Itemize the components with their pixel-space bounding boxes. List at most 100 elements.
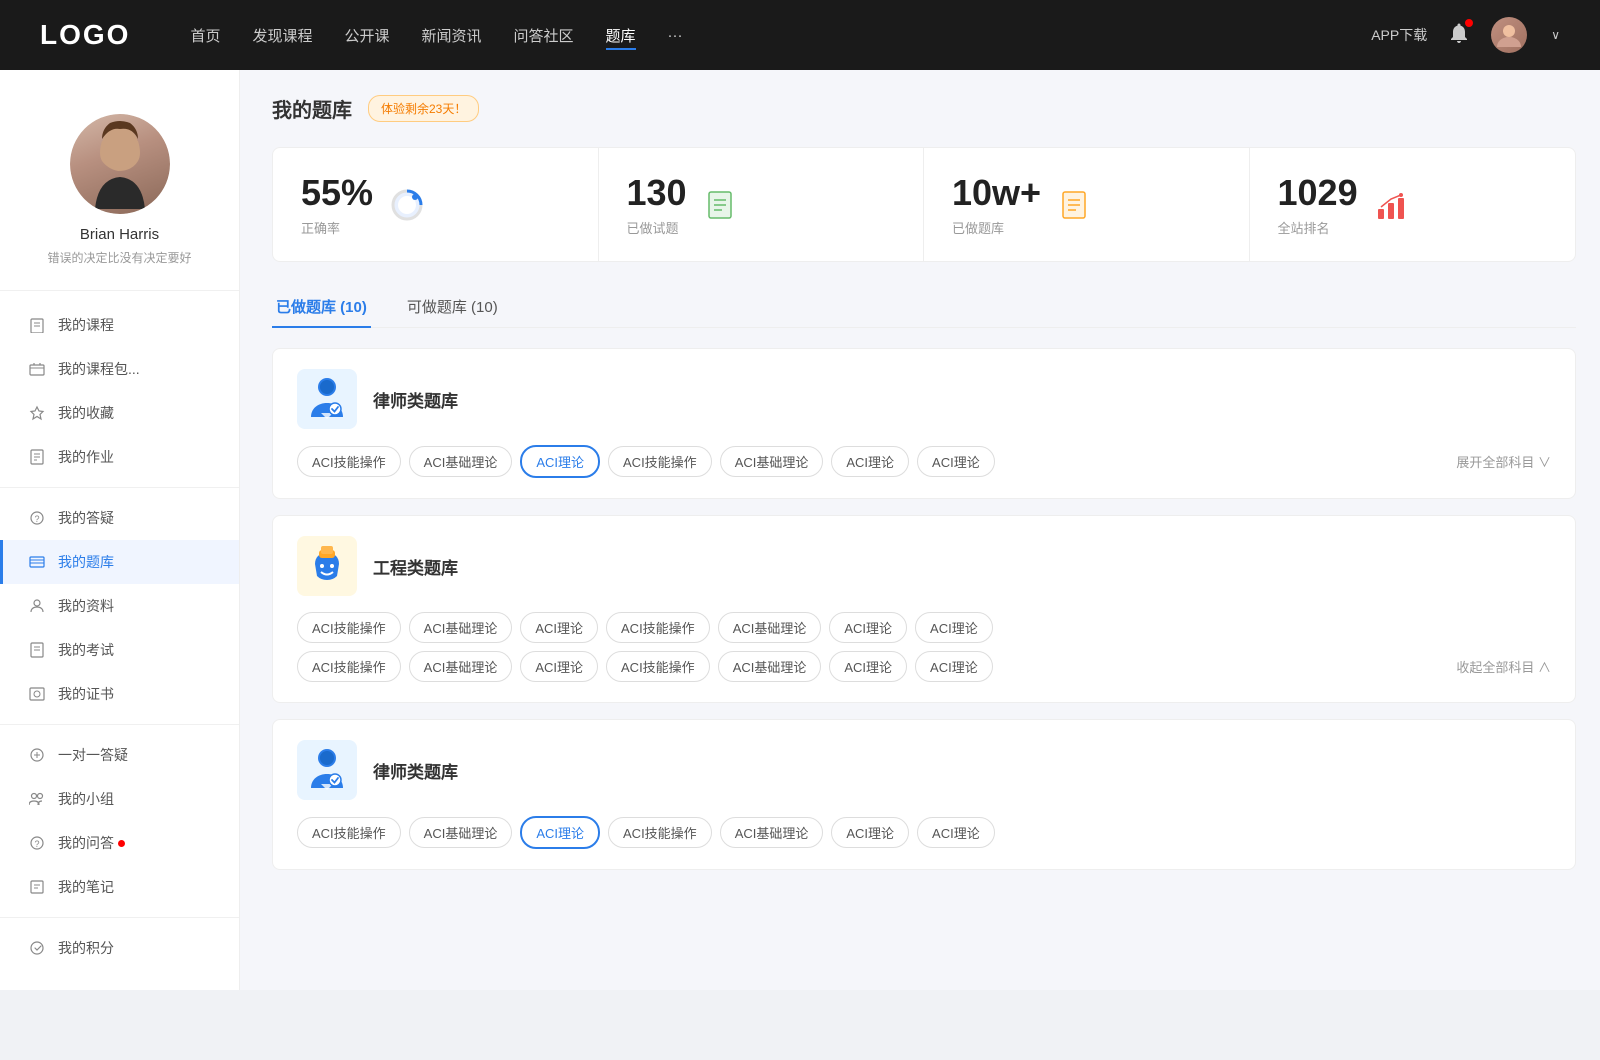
sidebar-item-my-qa[interactable]: ? 我的问答	[0, 821, 239, 865]
sidebar-item-label: 我的考试	[58, 640, 114, 660]
qbank-tags-2-row2: ACI技能操作 ACI基础理论 ACI理论 ACI技能操作 ACI基础理论 AC…	[297, 651, 1551, 682]
exam-icon	[28, 641, 46, 659]
tag-3-3[interactable]: ACI技能操作	[608, 817, 712, 848]
tag-1-4[interactable]: ACI基础理论	[720, 446, 824, 477]
qbank-card-2-header: 工程类题库	[297, 536, 1551, 596]
sidebar-item-label: 我的资料	[58, 596, 114, 616]
logo[interactable]: LOGO	[40, 19, 130, 51]
main-layout: Brian Harris 错误的决定比没有决定要好 我的课程 我的课程包...	[0, 70, 1600, 990]
tag-2-2[interactable]: ACI理论	[520, 612, 598, 643]
menu-divider-3	[0, 917, 239, 918]
sidebar-item-group[interactable]: 我的小组	[0, 777, 239, 821]
sidebar-item-profile[interactable]: 我的资料	[0, 584, 239, 628]
stat-done-banks-value-group: 10w+ 已做题库	[952, 172, 1041, 237]
tag-1-3[interactable]: ACI技能操作	[608, 446, 712, 477]
sidebar-item-label: 我的小组	[58, 789, 114, 809]
group-icon	[28, 790, 46, 808]
tag-2-5[interactable]: ACI理论	[829, 612, 907, 643]
stat-value-done: 130	[627, 172, 687, 214]
tag-2-r2-6[interactable]: ACI理论	[915, 651, 993, 682]
tag-1-1[interactable]: ACI基础理论	[409, 446, 513, 477]
homework-icon	[28, 448, 46, 466]
nav-more[interactable]: ···	[668, 23, 683, 48]
tag-2-r2-2[interactable]: ACI理论	[520, 651, 598, 682]
tag-1-5[interactable]: ACI理论	[831, 446, 909, 477]
sidebar-item-homework[interactable]: 我的作业	[0, 435, 239, 479]
tag-2-4[interactable]: ACI基础理论	[718, 612, 822, 643]
notes-icon	[28, 878, 46, 896]
main-header: LOGO 首页 发现课程 公开课 新闻资讯 问答社区 题库 ··· APP下载 …	[0, 0, 1600, 70]
tag-1-0[interactable]: ACI技能操作	[297, 446, 401, 477]
sidebar-item-label: 我的笔记	[58, 877, 114, 897]
sidebar-item-qbank[interactable]: 我的题库	[0, 540, 239, 584]
sidebar-item-label: 我的收藏	[58, 403, 114, 423]
stat-value-accuracy: 55%	[301, 172, 373, 214]
tab-done-banks[interactable]: 已做题库 (10)	[272, 286, 371, 327]
tag-2-r2-5[interactable]: ACI理论	[829, 651, 907, 682]
tag-2-r2-1[interactable]: ACI基础理论	[409, 651, 513, 682]
sidebar-item-label: 我的答疑	[58, 508, 114, 528]
qbank-title-1: 律师类题库	[373, 387, 458, 412]
tag-3-1[interactable]: ACI基础理论	[409, 817, 513, 848]
sidebar-item-label: 一对一答疑	[58, 745, 128, 765]
stat-label-banks: 已做题库	[952, 218, 1041, 237]
accuracy-pie-icon	[389, 187, 425, 223]
tab-available-banks[interactable]: 可做题库 (10)	[403, 286, 502, 327]
sidebar-item-label: 我的课程包...	[58, 359, 140, 379]
tag-2-r2-3[interactable]: ACI技能操作	[606, 651, 710, 682]
sidebar-item-exam[interactable]: 我的考试	[0, 628, 239, 672]
sidebar-item-packages[interactable]: 我的课程包...	[0, 347, 239, 391]
tag-3-2[interactable]: ACI理论	[520, 816, 600, 849]
sidebar-item-tutoring[interactable]: 一对一答疑	[0, 733, 239, 777]
stat-label-ranking: 全站排名	[1278, 218, 1358, 237]
expand-btn-1[interactable]: 展开全部科目 ∨	[1456, 452, 1551, 471]
tag-2-3[interactable]: ACI技能操作	[606, 612, 710, 643]
stat-value-banks: 10w+	[952, 172, 1041, 214]
nav-home[interactable]: 首页	[190, 21, 220, 50]
tag-3-0[interactable]: ACI技能操作	[297, 817, 401, 848]
tag-2-0[interactable]: ACI技能操作	[297, 612, 401, 643]
points-icon	[28, 939, 46, 957]
qbank-tags-3: ACI技能操作 ACI基础理论 ACI理论 ACI技能操作 ACI基础理论 AC…	[297, 816, 1551, 849]
sidebar-item-favorites[interactable]: 我的收藏	[0, 391, 239, 435]
sidebar-item-cert[interactable]: 我的证书	[0, 672, 239, 716]
done-banks-icon	[1057, 187, 1093, 223]
cert-icon	[28, 685, 46, 703]
app-download-btn[interactable]: APP下载	[1371, 25, 1427, 45]
nav-qbank[interactable]: 题库	[606, 21, 636, 50]
tag-2-6[interactable]: ACI理论	[915, 612, 993, 643]
sidebar-item-qa[interactable]: ? 我的答疑	[0, 496, 239, 540]
profile-avatar[interactable]	[70, 114, 170, 214]
stat-done-questions: 130 已做试题	[599, 148, 925, 261]
notification-bell[interactable]	[1447, 21, 1471, 50]
tag-1-2[interactable]: ACI理论	[520, 445, 600, 478]
qbank-card-1-header: 律师类题库	[297, 369, 1551, 429]
qbank-card-1: 律师类题库 ACI技能操作 ACI基础理论 ACI理论 ACI技能操作 ACI基…	[272, 348, 1576, 499]
nav-discover[interactable]: 发现课程	[252, 21, 312, 50]
sidebar-item-notes[interactable]: 我的笔记	[0, 865, 239, 909]
nav-news[interactable]: 新闻资讯	[422, 21, 482, 50]
stat-ranking-value-group: 1029 全站排名	[1278, 172, 1358, 237]
nav-qa[interactable]: 问答社区	[514, 21, 574, 50]
profile-motto: 错误的决定比没有决定要好	[20, 249, 219, 266]
tag-3-6[interactable]: ACI理论	[917, 817, 995, 848]
tag-2-r2-4[interactable]: ACI基础理论	[718, 651, 822, 682]
qbank-card-3: 律师类题库 ACI技能操作 ACI基础理论 ACI理论 ACI技能操作 ACI基…	[272, 719, 1576, 870]
profile-name: Brian Harris	[20, 226, 219, 243]
user-menu-arrow[interactable]: ∨	[1551, 28, 1560, 42]
stat-ranking: 1029 全站排名	[1250, 148, 1576, 261]
expand-btn-2[interactable]: 收起全部科目 ∧	[1456, 657, 1551, 676]
page-header: 我的题库 体验剩余23天！	[272, 94, 1576, 123]
tag-2-r2-0[interactable]: ACI技能操作	[297, 651, 401, 682]
tag-1-6[interactable]: ACI理论	[917, 446, 995, 477]
user-avatar[interactable]	[1491, 17, 1527, 53]
sidebar-item-points[interactable]: 我的积分	[0, 926, 239, 970]
sidebar-item-courses[interactable]: 我的课程	[0, 303, 239, 347]
nav-open-course[interactable]: 公开课	[344, 21, 389, 50]
courses-icon	[28, 316, 46, 334]
tag-3-4[interactable]: ACI基础理论	[720, 817, 824, 848]
stat-done-banks: 10w+ 已做题库	[924, 148, 1250, 261]
qbank-tags-2-row1: ACI技能操作 ACI基础理论 ACI理论 ACI技能操作 ACI基础理论 AC…	[297, 612, 1551, 643]
tag-2-1[interactable]: ACI基础理论	[409, 612, 513, 643]
tag-3-5[interactable]: ACI理论	[831, 817, 909, 848]
